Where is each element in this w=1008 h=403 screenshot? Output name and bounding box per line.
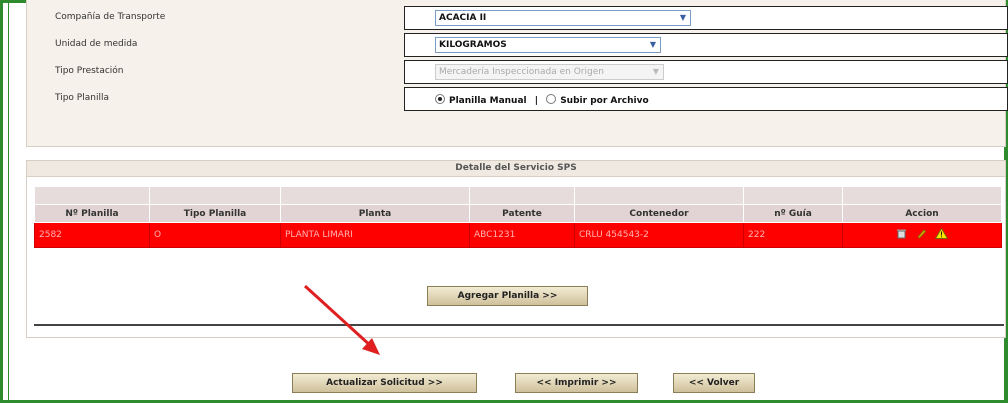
annotation-arrow bbox=[303, 284, 380, 355]
